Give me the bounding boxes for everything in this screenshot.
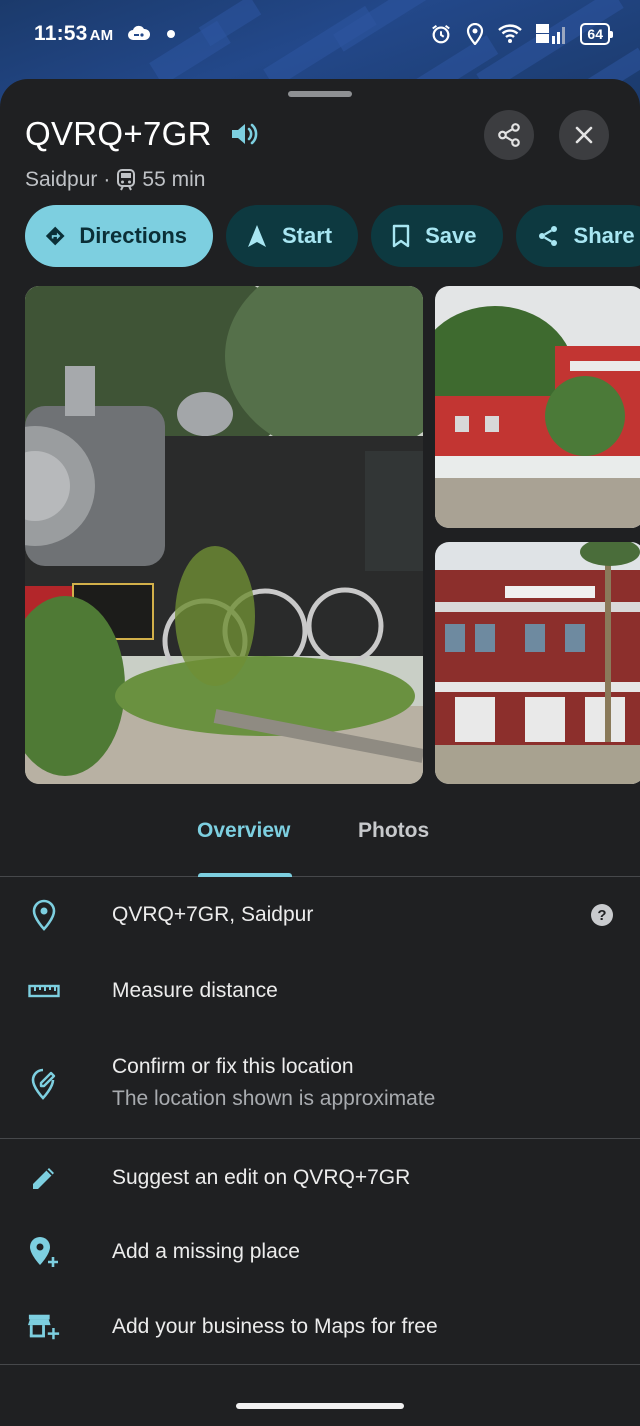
- location-icon: [467, 23, 484, 45]
- tab-bar: Overview Photos: [0, 819, 640, 877]
- ruler-icon: [28, 984, 60, 998]
- start-button[interactable]: Start: [226, 205, 359, 267]
- address-text: QVRQ+7GR, Saidpur: [112, 903, 314, 926]
- edit-location-icon: [31, 1068, 56, 1100]
- drag-handle[interactable]: [288, 91, 352, 97]
- place-title: QVRQ+7GR: [25, 115, 212, 152]
- save-button[interactable]: Save: [371, 205, 503, 267]
- speaker-icon[interactable]: [228, 118, 260, 150]
- photo-gallery[interactable]: [25, 286, 640, 784]
- share-icon: [538, 226, 557, 246]
- add-missing-place-row[interactable]: Add a missing place: [0, 1234, 640, 1270]
- suggest-edit-text: Suggest an edit on QVRQ+7GR: [112, 1166, 411, 1189]
- transit-time: 55 min: [142, 168, 206, 191]
- close-icon: [575, 126, 593, 144]
- add-missing-place-text: Add a missing place: [112, 1240, 300, 1263]
- battery-indicator: 64: [580, 23, 613, 45]
- directions-button[interactable]: Directions: [25, 205, 213, 267]
- home-indicator[interactable]: [236, 1403, 404, 1409]
- tab-overview[interactable]: Overview: [197, 819, 290, 843]
- add-business-text: Add your business to Maps for free: [112, 1315, 438, 1338]
- bottom-divider: [0, 1364, 640, 1365]
- signal-icon: [536, 24, 566, 44]
- confirm-location-row[interactable]: Confirm or fix this location The locatio…: [0, 1049, 640, 1119]
- action-chips: Directions Start Save Share: [25, 205, 640, 267]
- measure-distance-text: Measure distance: [112, 979, 278, 1002]
- svg-text:?: ?: [597, 907, 606, 924]
- location-pin-icon: [32, 899, 56, 931]
- suggest-edit-row[interactable]: Suggest an edit on QVRQ+7GR: [0, 1160, 640, 1196]
- photo-locomotive[interactable]: [25, 286, 423, 784]
- status-time: 11:53 AM: [34, 22, 114, 45]
- measure-distance-row[interactable]: Measure distance: [0, 973, 640, 1009]
- share-icon: [498, 123, 520, 147]
- locality: Saidpur: [25, 168, 98, 191]
- gamepad-cloud-icon: [128, 25, 151, 40]
- confirm-location-title: Confirm or fix this location: [112, 1055, 354, 1078]
- train-icon: [117, 169, 136, 191]
- share-round-button[interactable]: [484, 110, 534, 160]
- status-bar: 11:53 AM 64: [0, 0, 640, 68]
- section-divider: [0, 1138, 640, 1139]
- help-icon[interactable]: ?: [591, 904, 613, 926]
- separator: ·: [103, 168, 111, 191]
- alarm-icon: [432, 24, 451, 44]
- tab-indicator: [198, 873, 292, 877]
- place-subtitle: Saidpur · 55 min: [25, 168, 205, 192]
- notification-dot-icon: [167, 30, 176, 38]
- navigation-arrow-icon: [248, 225, 266, 247]
- tab-photos[interactable]: Photos: [358, 819, 429, 843]
- share-button[interactable]: Share: [515, 205, 640, 267]
- confirm-location-subtitle: The location shown is approximate: [112, 1087, 436, 1110]
- place-sheet: QVRQ+7GR Saidpur · 55 min Directions Sta…: [0, 79, 640, 1426]
- photo-station-building[interactable]: [435, 542, 640, 784]
- add-location-icon: [30, 1237, 58, 1267]
- add-business-row[interactable]: Add your business to Maps for free: [0, 1309, 640, 1345]
- add-business-icon: [27, 1314, 60, 1340]
- photo-red-building[interactable]: [435, 286, 640, 528]
- pencil-icon: [33, 1168, 54, 1189]
- bookmark-icon: [392, 224, 410, 248]
- address-row[interactable]: QVRQ+7GR, Saidpur ?: [0, 897, 640, 933]
- wifi-icon: [498, 24, 523, 43]
- close-button[interactable]: [559, 110, 609, 160]
- directions-icon: [45, 226, 65, 246]
